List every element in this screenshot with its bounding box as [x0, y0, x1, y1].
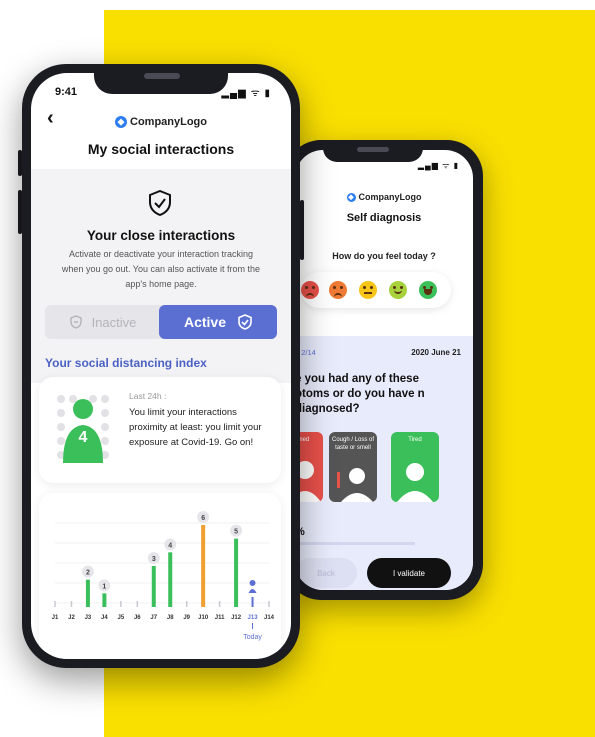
- logo-text: CompanyLogo: [358, 192, 422, 202]
- phone-self-diagnosis: ▂▄▆ ᯤ ▮ CompanyLogo Self diagnosis How d…: [285, 140, 483, 600]
- chart-tick-label: J6: [134, 615, 141, 621]
- power-button: [300, 200, 304, 260]
- chart-tick-label: J12: [231, 615, 242, 621]
- mood-selector: [301, 272, 451, 308]
- logo-text: CompanyLogo: [130, 116, 207, 128]
- chart-data-label: 3: [152, 556, 156, 563]
- status-time: 9:41: [55, 86, 78, 98]
- chart-data-label: 1: [102, 583, 106, 590]
- chart-bar[interactable]: [102, 593, 107, 607]
- chart-tick-label: J5: [118, 615, 125, 621]
- tracking-toggle[interactable]: Inactive Active: [45, 305, 277, 339]
- mood-bad-icon[interactable]: [329, 281, 347, 299]
- mood-very-bad-icon[interactable]: [301, 281, 319, 299]
- chart-bar[interactable]: [151, 566, 156, 607]
- social-distancing-title: Your social distancing index: [45, 356, 207, 370]
- chart-tick-label: J7: [150, 615, 157, 621]
- chart-tick-label: J9: [183, 615, 190, 621]
- chart-data-label: 6: [201, 515, 205, 522]
- distancing-message: You limit your interactions proximity at…: [129, 407, 262, 448]
- chart-data-label: 2: [86, 570, 90, 577]
- question-date: 2020 June 21: [411, 348, 461, 357]
- phone-notch: [94, 64, 228, 94]
- progress-bar: [295, 542, 415, 545]
- chart-data-label: 5: [234, 529, 238, 536]
- symptom-card-tired[interactable]: Tired: [391, 432, 439, 502]
- today-person-body: [248, 589, 257, 593]
- shield-check-icon: [149, 190, 171, 216]
- chart-tick-label: J3: [85, 615, 92, 621]
- interactions-chart-card: J1 J2 2 J3 1 J4 J5 J6 3 J7 4 J8 J9 6 J10 J11 5 J12 J13 Toda…: [39, 493, 281, 659]
- mood-neutral-icon[interactable]: [359, 281, 377, 299]
- toggle-active-label: Active: [183, 314, 227, 330]
- feeling-question: How do you feel today ?: [332, 251, 436, 261]
- status-icons: ▂▄▆ ᯤ ▮: [417, 161, 459, 170]
- symptom-question: e you had any of these ptoms or do you h…: [295, 373, 425, 415]
- symptom-label: Tired: [408, 437, 422, 443]
- close-interactions-title: Your close interactions: [86, 228, 236, 243]
- chart-tick-label: J13: [248, 615, 259, 621]
- toggle-inactive-label: Inactive: [91, 314, 137, 330]
- phone-notch: [323, 140, 423, 162]
- today-person-icon: [249, 580, 256, 586]
- chart-tick-label: J11: [215, 615, 225, 621]
- social-interactions-screen: 9:41 ▂▄▆ ᯤ ▮ ‹ CompanyLogo My social int…: [31, 73, 291, 659]
- chart-tick-label: J1: [52, 615, 59, 621]
- logo-icon: [346, 192, 356, 202]
- page-title: My social interactions: [87, 141, 235, 157]
- phone-social-interactions: 9:41 ▂▄▆ ᯤ ▮ ‹ CompanyLogo My social int…: [22, 64, 300, 668]
- mood-very-good-icon[interactable]: [419, 281, 437, 299]
- toggle-active-option[interactable]: Active: [159, 305, 277, 339]
- company-logo: CompanyLogo: [31, 116, 291, 128]
- interactions-bar-chart: J1 J2 2 J3 1 J4 J5 J6 3 J7 4 J8 J9 6 J10 J11 5 J12 J13 Toda…: [52, 511, 275, 641]
- page-title: Self diagnosis: [346, 212, 422, 224]
- back-button[interactable]: Back: [295, 558, 357, 588]
- symptom-label: Cough / Loss of taste or smell: [331, 437, 375, 451]
- chart-bar[interactable]: [85, 579, 90, 607]
- chart-data-label: 4: [168, 542, 172, 549]
- chart-tick-label: J4: [101, 615, 108, 621]
- mood-good-icon[interactable]: [389, 281, 407, 299]
- validate-button[interactable]: I validate: [367, 558, 451, 588]
- today-label: Today: [243, 634, 262, 641]
- last-24h-label: Last 24h :: [129, 391, 167, 401]
- symptom-card-cough[interactable]: Cough / Loss of taste or smell: [329, 432, 377, 502]
- chart-bar[interactable]: [201, 525, 206, 607]
- chart-tick-label: J8: [167, 615, 174, 621]
- shield-icon: [69, 315, 82, 329]
- avatar-number: 4: [78, 429, 88, 446]
- status-icons: ▂▄▆ ᯤ ▮: [221, 88, 271, 99]
- chart-bar[interactable]: [168, 552, 173, 607]
- self-diagnosis-screen: ▂▄▆ ᯤ ▮ CompanyLogo Self diagnosis How d…: [295, 150, 473, 590]
- close-interactions-description: Activate or deactivate your interaction …: [61, 249, 261, 289]
- company-logo: CompanyLogo: [295, 192, 473, 202]
- shield-check-icon: [238, 314, 252, 330]
- symptom-panel: n 2/14 2020 June 21 e you had any of the…: [295, 336, 473, 590]
- chart-tick-label: J2: [68, 615, 75, 621]
- chart-tick-label: J14: [264, 615, 275, 621]
- toggle-inactive-option[interactable]: Inactive: [45, 305, 161, 339]
- chart-tick-label: J10: [198, 615, 209, 621]
- distancing-index-card: 4 Last 24h : You limit your interactions…: [39, 377, 281, 483]
- chart-bar[interactable]: [234, 538, 239, 607]
- logo-icon: [115, 116, 127, 128]
